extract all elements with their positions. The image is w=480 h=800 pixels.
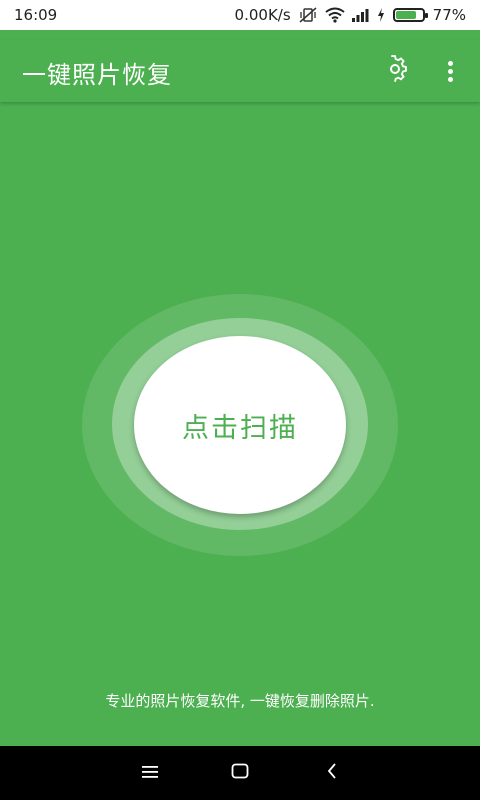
home-square-icon	[231, 763, 249, 783]
app-screen: 16:09 0.00K/s 77% 一键照片恢复 点击扫描 专业的照片恢复软件,…	[0, 0, 480, 800]
wifi-icon	[325, 7, 345, 23]
navigation-bar	[0, 746, 480, 800]
status-icons: 0.00K/s 77%	[235, 5, 466, 25]
app-description: 专业的照片恢复软件, 一键恢复删除照片.	[105, 692, 375, 710]
scan-button[interactable]: 点击扫描	[134, 336, 346, 514]
more-vertical-icon	[447, 60, 453, 66]
status-bar: 16:09 0.00K/s 77%	[0, 0, 480, 30]
signal-icon	[351, 7, 369, 23]
settings-button[interactable]	[380, 55, 410, 87]
scan-button-label: 点击扫描	[182, 412, 298, 444]
battery-fill	[395, 11, 416, 19]
app-title: 一键照片恢复	[22, 61, 172, 89]
status-time: 16:09	[14, 6, 58, 24]
gear-icon	[381, 55, 409, 87]
back-icon	[326, 763, 338, 783]
more-dot	[447, 76, 453, 82]
vibrate-off-icon	[299, 7, 317, 23]
nav-menu-button[interactable]	[120, 746, 180, 800]
charging-icon	[377, 7, 385, 23]
menu-icon	[142, 764, 158, 783]
more-dot	[447, 68, 453, 74]
nav-back-button[interactable]	[302, 746, 362, 800]
app-bar: 一键照片恢复	[0, 40, 480, 102]
network-speed: 0.00K/s	[234, 6, 291, 24]
more-options-button[interactable]	[438, 56, 462, 86]
battery-icon	[392, 8, 428, 22]
nav-home-button[interactable]	[210, 746, 270, 800]
battery-percent: 77%	[432, 6, 466, 24]
